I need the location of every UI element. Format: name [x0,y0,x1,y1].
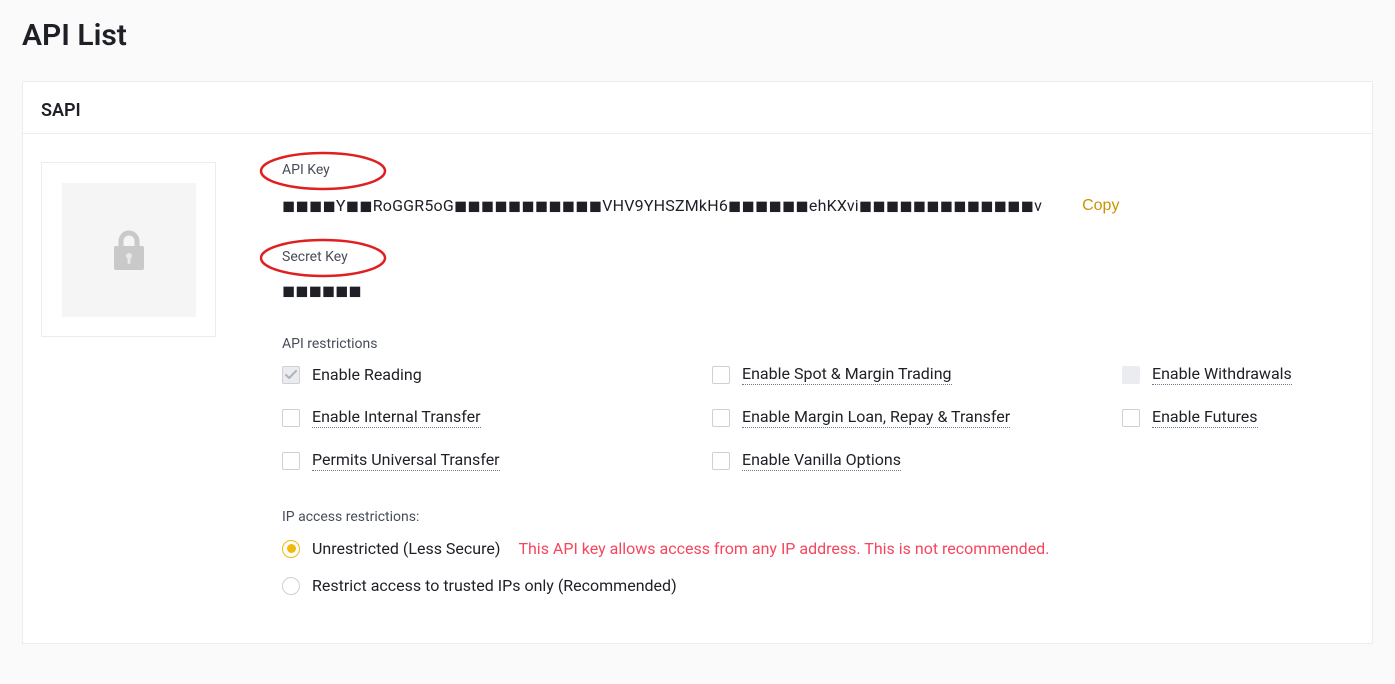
api-card: SAPI [22,81,1373,644]
secret-key-label: Secret Key [282,249,348,265]
qr-placeholder [41,162,216,337]
checkbox-label: Enable Futures [1152,407,1258,428]
ip-restrictions-label: IP access restrictions: [282,509,1354,525]
api-key-value: ◼◼◼◼Y◼◼RoGGR5oG◼◼◼◼◼◼◼◼◼◼◼VHV9YHSZMkH6◼◼… [282,196,1042,215]
card-header: SAPI [23,82,1372,134]
checkbox-label: Enable Internal Transfer [312,407,481,428]
checkbox-enable-vanilla-options[interactable]: Enable Vanilla Options [712,450,1122,471]
checkbox-label: Enable Withdrawals [1152,364,1292,385]
checkbox-icon [712,452,730,470]
checkbox-enable-spot-margin-trading[interactable]: Enable Spot & Margin Trading [712,364,1122,385]
checkbox-label: Enable Reading [312,365,422,384]
checkbox-label: Enable Vanilla Options [742,450,901,471]
radio-label: Unrestricted (Less Secure) [312,539,500,558]
checkbox-enable-withdrawals[interactable]: Enable Withdrawals [1122,364,1354,385]
checkbox-icon [712,366,730,384]
radio-icon [282,540,300,558]
checkbox-icon [1122,409,1140,427]
api-name: SAPI [41,100,1354,121]
radio-restricted[interactable]: Restrict access to trusted IPs only (Rec… [282,576,1354,595]
radio-icon [282,577,300,595]
api-key-label: API Key [282,162,330,178]
checkbox-label: Permits Universal Transfer [312,450,500,471]
radio-label: Restrict access to trusted IPs only (Rec… [312,576,677,595]
checkbox-label: Enable Spot & Margin Trading [742,364,952,385]
lock-icon [62,183,196,317]
api-restrictions-label: API restrictions [282,336,1354,352]
checkbox-icon [282,366,300,384]
checkbox-permits-universal-transfer[interactable]: Permits Universal Transfer [282,450,712,471]
checkbox-icon [712,409,730,427]
checkbox-enable-reading[interactable]: Enable Reading [282,364,712,385]
checkbox-icon [282,409,300,427]
checkbox-icon [1122,366,1140,384]
checkbox-enable-internal-transfer[interactable]: Enable Internal Transfer [282,407,712,428]
checkbox-enable-margin-loan-repay-transfer[interactable]: Enable Margin Loan, Repay & Transfer [712,407,1122,428]
copy-button[interactable]: Copy [1082,197,1119,215]
api-restrictions-grid: Enable Reading Enable Spot & Margin Trad… [282,364,1354,471]
checkbox-label: Enable Margin Loan, Repay & Transfer [742,407,1010,428]
checkbox-enable-futures[interactable]: Enable Futures [1122,407,1354,428]
radio-unrestricted[interactable]: Unrestricted (Less Secure) This API key … [282,539,1354,558]
checkbox-icon [282,452,300,470]
secret-key-value: ◼◼◼◼◼◼ [282,281,1354,300]
page-title: API List [22,18,1373,53]
ip-warning-text: This API key allows access from any IP a… [518,539,1049,558]
